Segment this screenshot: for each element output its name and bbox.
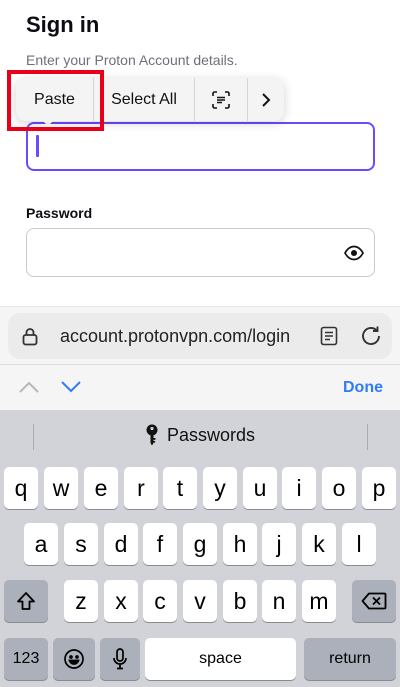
chevron-down-icon[interactable] (60, 379, 82, 395)
passwords-label: Passwords (166, 424, 256, 445)
select-all-menu-item[interactable]: Select All (94, 78, 195, 121)
edit-menu-pointer (40, 118, 56, 126)
done-button[interactable]: Done (343, 379, 383, 397)
key-i[interactable]: i (282, 467, 316, 509)
microphone-icon (113, 648, 127, 670)
page-title: Sign in (26, 12, 100, 37)
chevron-up-icon[interactable] (18, 379, 40, 395)
key-y[interactable]: y (203, 467, 237, 509)
key-n[interactable]: n (262, 580, 296, 622)
key-t[interactable]: t (163, 467, 197, 509)
page-subtitle: Enter your Proton Account details. (26, 52, 238, 68)
key-o[interactable]: o (322, 467, 356, 509)
paste-menu-item[interactable]: Paste (16, 78, 94, 121)
key-icon (146, 424, 158, 446)
scan-text-icon (212, 90, 230, 109)
keyboard: Passwords q w e r t y u i o p a s d f g … (0, 410, 400, 687)
scan-text-menu-item[interactable] (195, 78, 248, 121)
delete-icon (361, 592, 387, 610)
key-u[interactable]: u (243, 467, 277, 509)
reader-icon[interactable] (320, 326, 338, 346)
key-v[interactable]: v (183, 580, 217, 622)
more-menu-item[interactable] (248, 78, 284, 121)
key-w[interactable]: w (44, 467, 78, 509)
key-x[interactable]: x (104, 580, 138, 622)
key-q[interactable]: q (4, 467, 38, 509)
key-z[interactable]: z (64, 580, 98, 622)
key-f[interactable]: f (143, 523, 177, 565)
key-k[interactable]: k (302, 523, 336, 565)
browser-toolbar: account.protonvpn.com/login (0, 306, 400, 364)
key-d[interactable]: d (104, 523, 138, 565)
numbers-key[interactable]: 123 (4, 638, 48, 680)
eye-icon[interactable] (344, 243, 364, 263)
reload-icon[interactable] (360, 325, 382, 347)
dictation-key[interactable] (100, 638, 140, 680)
space-key[interactable]: space (145, 638, 296, 680)
key-c[interactable]: c (143, 580, 177, 622)
key-p[interactable]: p (362, 467, 396, 509)
key-s[interactable]: s (64, 523, 98, 565)
shift-icon (17, 592, 35, 610)
chevron-right-icon (262, 92, 271, 107)
key-a[interactable]: a (24, 523, 58, 565)
key-r[interactable]: r (124, 467, 158, 509)
edit-menu: Paste Select All (16, 78, 284, 121)
shift-key[interactable] (4, 580, 48, 622)
text-caret (36, 135, 39, 157)
address-bar[interactable]: account.protonvpn.com/login (8, 313, 392, 359)
key-b[interactable]: b (223, 580, 257, 622)
key-l[interactable]: l (342, 523, 376, 565)
return-key[interactable]: return (304, 638, 396, 680)
key-j[interactable]: j (262, 523, 296, 565)
passwords-suggestion[interactable]: Passwords (0, 424, 400, 448)
emoji-key[interactable] (53, 638, 95, 680)
url-text: account.protonvpn.com/login (60, 326, 291, 346)
key-e[interactable]: e (84, 467, 118, 509)
key-g[interactable]: g (183, 523, 217, 565)
key-h[interactable]: h (223, 523, 257, 565)
key-m[interactable]: m (302, 580, 336, 622)
delete-key[interactable] (352, 580, 396, 622)
password-label: Password (26, 205, 93, 221)
username-field[interactable] (26, 122, 375, 171)
emoji-icon (64, 649, 84, 669)
password-field[interactable] (26, 228, 375, 277)
lock-icon (22, 328, 38, 346)
keyboard-accessory-bar: Done (0, 364, 400, 410)
